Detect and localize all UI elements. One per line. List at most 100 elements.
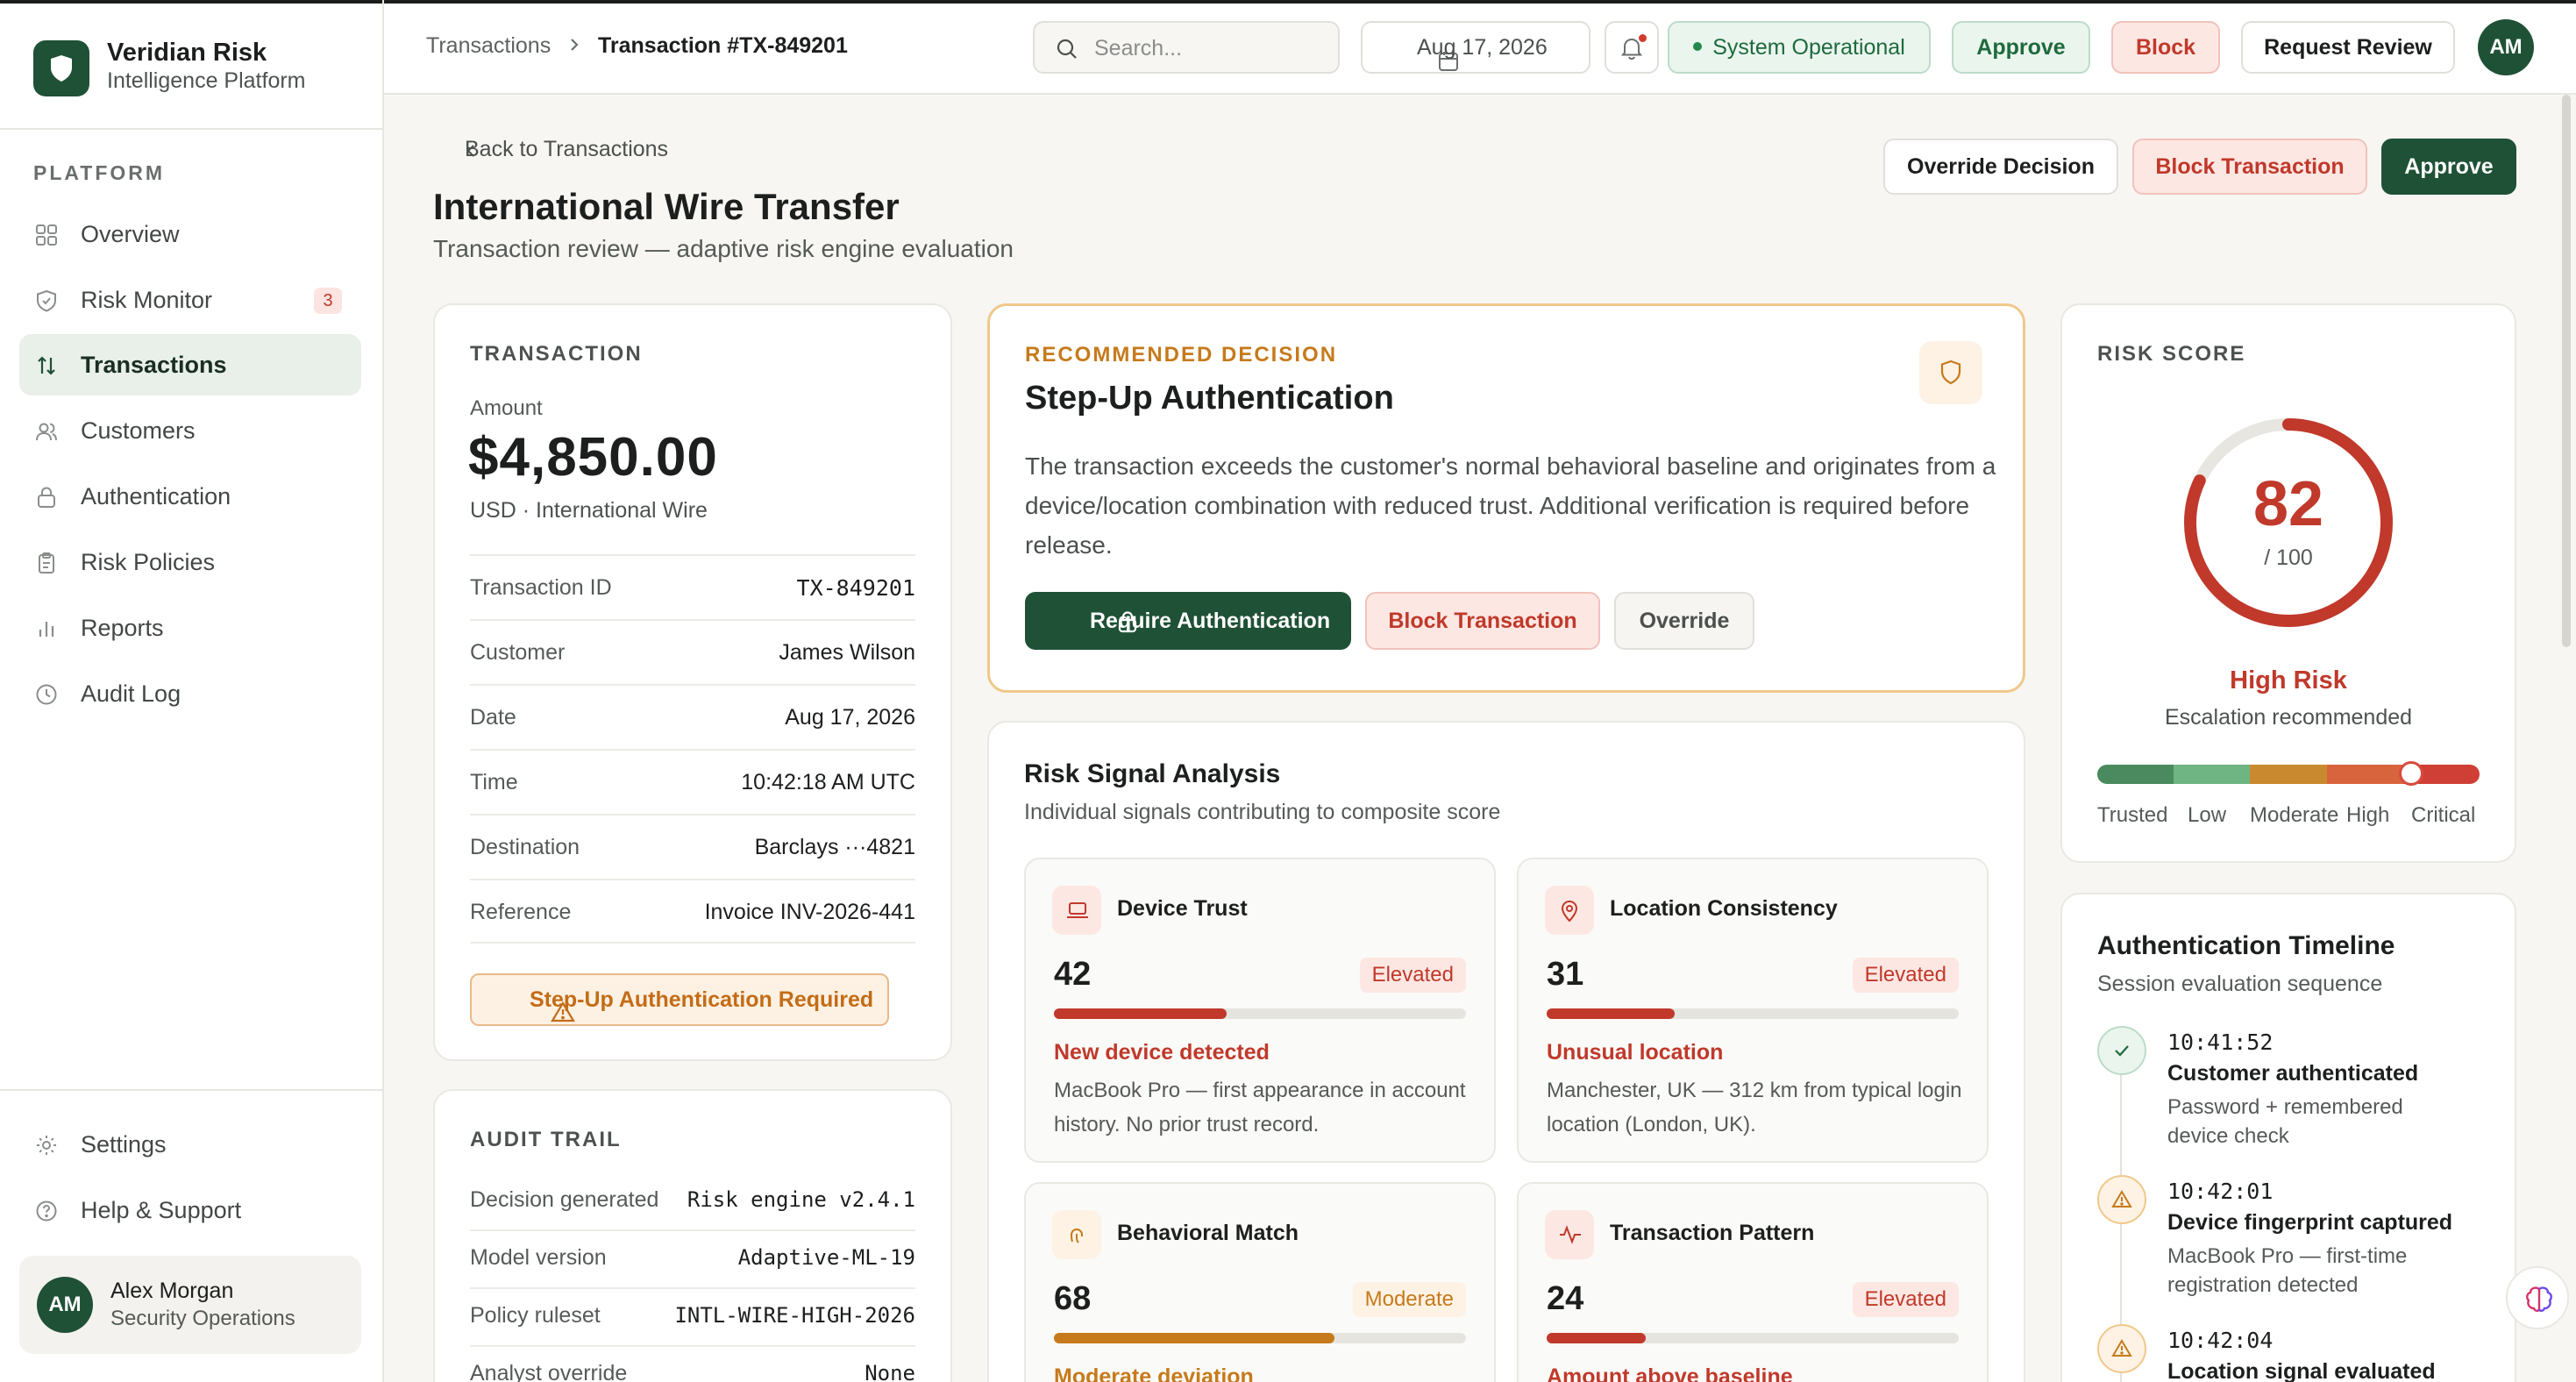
risk-scale-marker [2398,761,2423,786]
timeline-time: 10:42:04 [2167,1328,2274,1353]
page-scrollbar[interactable] [2562,95,2571,647]
risk-note: Escalation recommended [2164,705,2413,730]
activity-icon [1545,1210,1594,1259]
override-decision-button[interactable]: Override Decision [1883,139,2118,195]
signal-card-behavioral-match[interactable]: Behavioral Match 68 Moderate Moderate de… [1024,1182,1496,1382]
sidebar-item-help-support[interactable]: Help & Support [19,1179,361,1241]
user-profile-card[interactable]: AM Alex Morgan Security Operations [19,1256,361,1354]
require-authentication-button[interactable]: Require Authentication [1025,592,1351,650]
signals-title: Risk Signal Analysis [1024,759,1281,788]
logo-shield-icon [33,40,89,96]
signal-name: Device Trust [1117,896,1248,921]
scale-label: Low [2188,803,2227,827]
audit-key: Analyst override [470,1361,628,1382]
scale-label: Moderate [2250,803,2339,827]
amount-currency: USD · International Wire [470,498,708,523]
signal-bar [1547,1008,1959,1019]
sidebar-item-risk-monitor[interactable]: Risk Monitor 3 [19,269,361,331]
back-link-label: Back to Transactions [465,137,669,161]
block-transaction-button[interactable]: Block Transaction [1365,592,1600,650]
signal-headline: Moderate deviation [1054,1364,1254,1382]
date-picker[interactable]: Aug 17, 2026 [1361,21,1590,74]
sidebar-item-label: Audit Log [81,680,181,707]
override-button[interactable]: Override [1614,592,1754,650]
users-icon [35,420,58,443]
audit-trail-card: AUDIT TRAIL Decision generated Risk engin… [433,1089,952,1382]
audit-key: Policy ruleset [470,1303,601,1328]
scale-segment [2174,765,2251,784]
detail-key: Date [470,705,516,730]
shield-icon [35,289,58,312]
signal-card-device-trust[interactable]: Device Trust 42 Elevated New device dete… [1024,858,1496,1163]
approve-button[interactable]: Approve [1952,21,2090,74]
audit-row: Policy ruleset INTL-WIRE-HIGH-2026 [470,1289,915,1347]
sidebar-item-label: Transactions [81,352,227,378]
signal-bar [1054,1008,1466,1019]
clock-icon [35,683,58,706]
transaction-card: TRANSACTION Amount $4,850.00 USD · Inter… [433,303,952,1061]
request-review-button[interactable]: Request Review [2241,21,2455,74]
signal-bar-fill [1547,1333,1646,1343]
button-label: Require Authentication [1090,609,1331,633]
block-button[interactable]: Block [2111,21,2220,74]
sidebar-item-overview[interactable]: Overview [19,203,361,265]
breadcrumb-transactions[interactable]: Transactions [426,33,551,59]
transaction-amount: $4,850.00 [468,427,718,488]
detail-value: James Wilson [779,640,915,665]
arrows-up-down-icon [35,354,58,377]
avatar[interactable]: AM [2478,19,2534,75]
search-input[interactable] [1094,35,1322,61]
lock-icon [35,486,58,509]
block-transaction-button[interactable]: Block Transaction [2132,139,2367,195]
sidebar-item-risk-policies[interactable]: Risk Policies [19,531,361,593]
brand[interactable]: Veridian Risk Intelligence Platform [0,0,384,130]
risk-signal-analysis-card: Risk Signal Analysis Individual signals … [987,721,2025,1382]
warning-text: Step-Up Authentication Required [530,987,874,1012]
timeline-time: 10:42:01 [2167,1179,2274,1204]
chevron-right-icon [568,35,580,54]
notifications-button[interactable] [1605,21,1659,74]
signal-card-location-consistency[interactable]: Location Consistency 31 Elevated Unusual… [1517,858,1989,1163]
sidebar-item-label: Help & Support [81,1197,242,1223]
brand-subtitle: Intelligence Platform [107,68,306,93]
audit-row: Analyst override None [470,1347,915,1382]
sidebar-item-settings[interactable]: Settings [19,1114,361,1175]
check-icon [2097,1026,2146,1075]
alert-count-badge: 3 [314,288,342,314]
detail-row-date: Date Aug 17, 2026 [470,684,915,749]
clipboard-icon [35,552,58,574]
signal-level-badge: Elevated [1852,1282,1959,1317]
detail-key: Reference [470,900,572,924]
assistant-button[interactable] [2506,1266,2569,1329]
detail-row-transaction-id: Transaction ID TX-849201 [470,554,915,619]
detail-key: Destination [470,835,580,859]
search-box[interactable] [1033,21,1340,74]
timeline-event: Location signal evaluated [2167,1359,2436,1382]
map-pin-icon [1545,886,1594,935]
signal-name: Behavioral Match [1117,1221,1299,1245]
nav-section-heading: PLATFORM [33,161,166,184]
scale-segment [2326,765,2403,784]
signal-description: MacBook Pro — first appearance in accoun… [1054,1079,1466,1136]
timeline-description: MacBook Pro — first-time registration de… [2167,1244,2408,1297]
sidebar-item-label: Risk Policies [81,549,216,575]
fingerprint-icon [1052,1210,1101,1259]
sidebar-item-audit-log[interactable]: Audit Log [19,663,361,724]
sidebar-item-authentication[interactable]: Authentication [19,466,361,527]
sidebar-item-label: Risk Monitor [81,287,213,313]
card-heading: TRANSACTION [470,342,643,366]
approve-transaction-button[interactable]: Approve [2381,139,2516,195]
system-status-badge: System Operational [1668,21,1931,74]
signal-card-transaction-pattern[interactable]: Transaction Pattern 24 Elevated Amount a… [1517,1182,1989,1382]
audit-value: None [865,1361,915,1382]
sidebar-item-customers[interactable]: Customers [19,400,361,461]
sidebar-item-reports[interactable]: Reports [19,597,361,659]
timeline-event: Device fingerprint captured [2167,1210,2453,1235]
sidebar-item-transactions[interactable]: Transactions [19,334,361,395]
page-subtitle: Transaction review — adaptive risk engin… [433,235,1014,262]
signal-level-badge: Moderate [1352,1282,1466,1317]
sidebar-item-label: Customers [81,417,196,444]
step-up-required-badge: Step-Up Authentication Required [470,973,889,1026]
detail-value: Barclays ···4821 [754,835,915,859]
detail-row-time: Time 10:42:18 AM UTC [470,749,915,814]
